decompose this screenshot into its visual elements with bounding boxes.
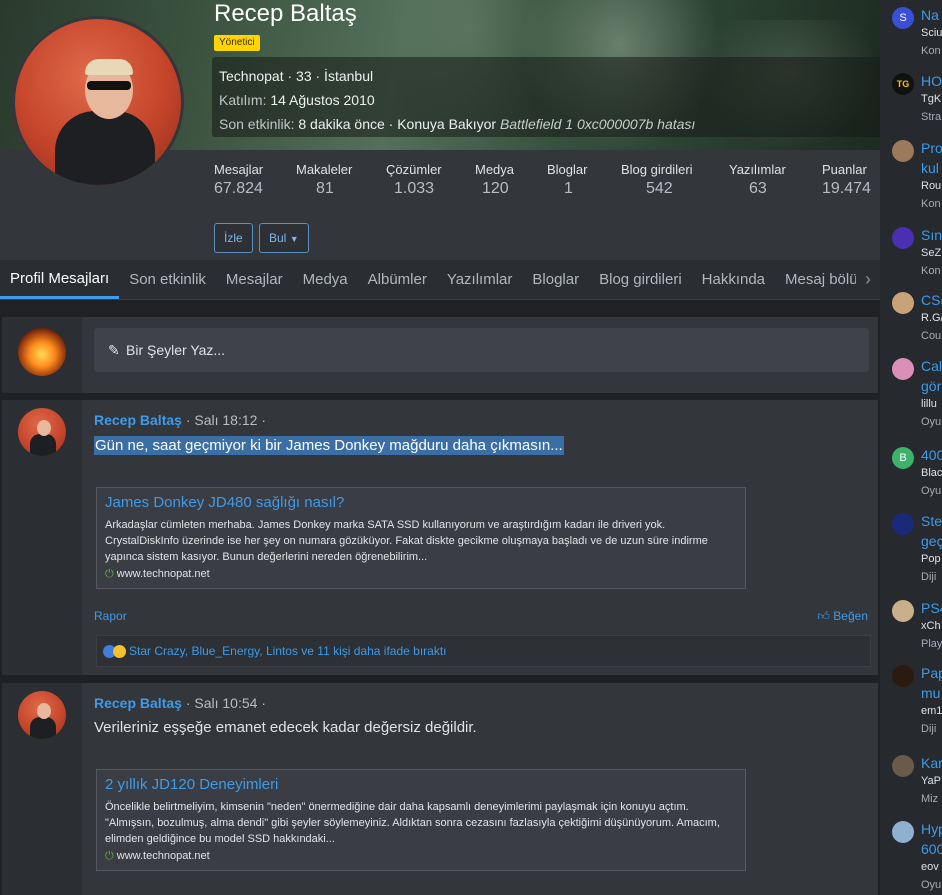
composer-placeholder: Bir Şeyler Yaz... — [126, 342, 226, 358]
tab-messages[interactable]: Mesajlar — [216, 261, 293, 299]
watch-button[interactable]: İzle — [214, 223, 253, 253]
link-preview-title[interactable]: James Donkey JD480 sağlığı nasıl? — [105, 494, 737, 511]
last-activity-value: 8 dakika önce · Konuya Bakıyor — [298, 116, 497, 132]
joined-label: Katılım: — [219, 92, 267, 108]
profile-post: Recep Baltaş · Salı 10:54 · Verileriniz … — [2, 683, 878, 895]
confused-face-icon — [113, 645, 126, 659]
stat-points[interactable]: Puanlar 19.474 — [822, 162, 882, 198]
profile-info-box: Technopat · 33 · İstanbul Katılım: 14 Ağ… — [212, 57, 880, 137]
post-timestamp[interactable]: · Salı 10:54 · — [186, 695, 266, 711]
find-dropdown-button[interactable]: Bul ▼ — [259, 223, 309, 253]
thumbs-up-icon: 👍︎ — [817, 609, 830, 623]
tab-albums[interactable]: Albümler — [358, 261, 437, 299]
power-icon: ⏻ — [105, 568, 114, 580]
user-avatar-icon: TG — [892, 73, 914, 95]
profile-tabs: Profil Mesajları Son etkinlik Mesajlar M… — [0, 260, 880, 300]
pencil-icon: ✎ — [108, 342, 120, 358]
link-preview-source: www.technopat.net — [116, 850, 210, 862]
user-avatar-icon — [892, 140, 914, 162]
profile-post-composer: ✎ Bir Şeyler Yaz... — [2, 317, 878, 393]
last-activity-thread-link[interactable]: Battlefield 1 0xc000007b hatası — [500, 116, 695, 132]
stat-blog-entries[interactable]: Blog girdileri 542 — [621, 162, 729, 198]
link-preview-description: Arkadaşlar cümleten merhaba. James Donke… — [105, 519, 708, 563]
user-avatar-icon — [892, 513, 914, 535]
stat-solutions[interactable]: Çözümler 1.033 — [386, 162, 475, 198]
role-badge: Yönetici — [214, 35, 260, 51]
user-avatar-icon — [892, 600, 914, 622]
stat-blogs[interactable]: Bloglar 1 — [547, 162, 621, 198]
post-author-avatar[interactable] — [18, 691, 66, 739]
last-activity-label: Son etkinlik: — [219, 116, 295, 132]
tab-posts-section[interactable]: Mesaj bölü — [775, 261, 868, 299]
post-author-link[interactable]: Recep Baltaş — [94, 412, 182, 428]
user-avatar-icon: B — [892, 447, 914, 469]
link-preview-description: Öncelikle belirtmeliyim, kimsenin "neden… — [105, 801, 720, 845]
like-button[interactable]: 👍︎ Beğen — [817, 609, 868, 624]
caret-down-icon: ▼ — [289, 234, 299, 244]
tab-profile-messages[interactable]: Profil Mesajları — [0, 261, 120, 299]
user-avatar-icon — [892, 227, 914, 249]
find-button-label: Bul — [269, 231, 287, 245]
profile-location-line: Technopat · 33 · İstanbul — [219, 68, 374, 84]
like-label: Beğen — [833, 609, 868, 623]
main-column: Recep Baltaş Yönetici Technopat · 33 · İ… — [0, 0, 880, 895]
user-avatar-icon — [892, 665, 914, 687]
tab-software[interactable]: Yazılımlar — [437, 261, 523, 299]
link-preview-source: www.technopat.net — [116, 568, 210, 580]
profile-username: Recep Baltaş — [214, 0, 357, 27]
stat-media[interactable]: Medya 120 — [475, 162, 547, 198]
profile-post: Recep Baltaş · Salı 18:12 · Gün ne, saat… — [2, 400, 878, 675]
post-author-link[interactable]: Recep Baltaş — [94, 695, 182, 711]
user-avatar-icon — [892, 358, 914, 380]
write-something-input[interactable]: ✎ Bir Şeyler Yaz... — [94, 328, 869, 372]
power-icon: ⏻ — [105, 850, 114, 862]
post-author-avatar[interactable] — [18, 408, 66, 456]
link-preview-title[interactable]: 2 yıllık JD120 Deneyimleri — [105, 776, 737, 793]
stat-messages[interactable]: Mesajlar 67.824 — [214, 162, 296, 198]
tab-media[interactable]: Medya — [293, 261, 358, 299]
post-text: Verileriniz eşşeğe emanet edecek kadar d… — [94, 719, 477, 736]
profile-stats: Mesajlar 67.824 Makaleler 81 Çözümler 1.033… — [214, 162, 882, 198]
current-user-avatar[interactable] — [18, 328, 66, 376]
joined-value: 14 Ağustos 2010 — [270, 92, 375, 108]
tab-about[interactable]: Hakkında — [692, 261, 775, 299]
tab-blogs[interactable]: Bloglar — [522, 261, 589, 299]
user-avatar-icon: S — [892, 7, 914, 29]
chevron-right-icon[interactable]: › — [856, 260, 880, 299]
stat-software[interactable]: Yazılımlar 63 — [729, 162, 822, 198]
post-text: Gün ne, saat geçmiyor ki bir James Donke… — [94, 436, 564, 455]
user-avatar-icon — [892, 821, 914, 843]
report-link[interactable]: Rapor — [94, 609, 127, 623]
user-avatar-icon — [892, 755, 914, 777]
profile-avatar[interactable] — [12, 16, 184, 188]
user-avatar-icon — [892, 292, 914, 314]
link-preview-card[interactable]: James Donkey JD480 sağlığı nasıl? Arkada… — [96, 487, 746, 589]
tab-blog-entries[interactable]: Blog girdileri — [589, 261, 692, 299]
reactions-bar[interactable]: Star Crazy, Blue_Energy, Lintos ve 11 ki… — [96, 635, 871, 667]
right-sidebar-latest-threads: S Na Sciu Kon TG HO TgK Stra Pro kul Rou… — [880, 0, 942, 895]
link-preview-card[interactable]: 2 yıllık JD120 Deneyimleri Öncelikle bel… — [96, 769, 746, 871]
stat-articles[interactable]: Makaleler 81 — [296, 162, 386, 198]
tab-latest-activity[interactable]: Son etkinlik — [119, 261, 216, 299]
reactions-summary[interactable]: Star Crazy, Blue_Energy, Lintos ve 11 ki… — [129, 644, 447, 658]
post-timestamp[interactable]: · Salı 18:12 · — [186, 412, 266, 428]
